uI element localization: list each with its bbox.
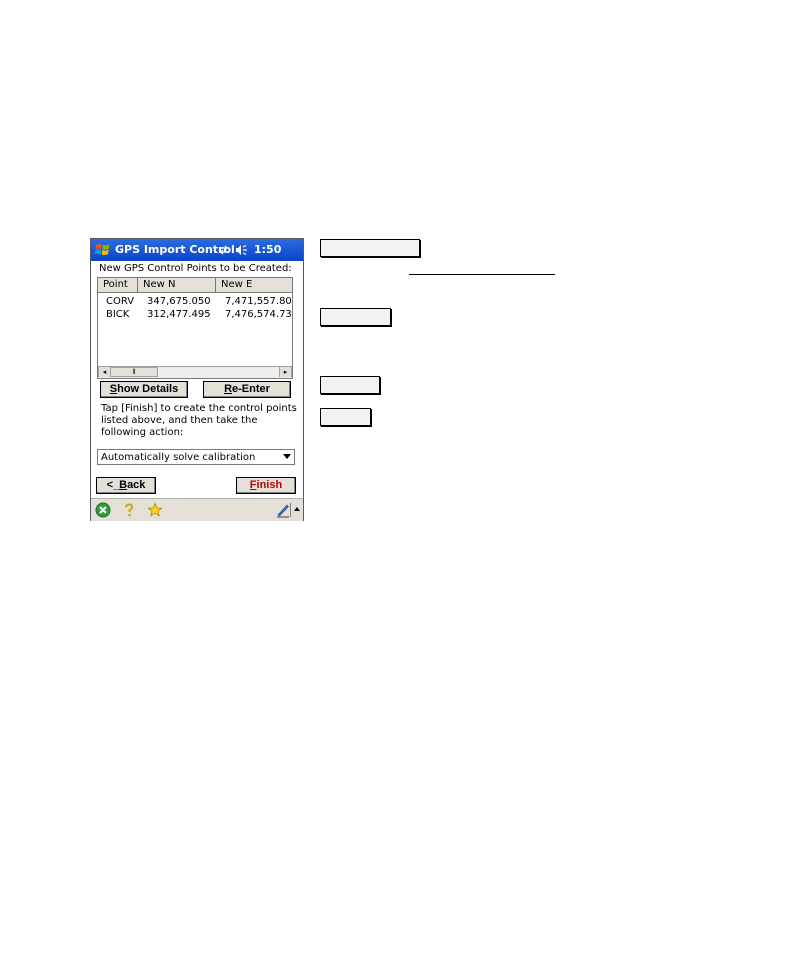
finish-label: inish xyxy=(256,479,283,491)
app-title: GPS Import Control xyxy=(115,243,235,256)
re-enter-hotkey: R xyxy=(224,383,233,395)
show-details-button[interactable]: Show Details xyxy=(100,381,188,398)
scroll-thumb[interactable]: ⦀ xyxy=(110,367,158,377)
cell-new-e: 7,476,574.73 xyxy=(225,309,292,320)
favorites-star-icon[interactable] xyxy=(147,502,163,518)
reference-box-3 xyxy=(320,376,380,394)
scroll-right-button[interactable]: ▸ xyxy=(279,367,292,377)
instructions-text: Tap [Finish] to create the control point… xyxy=(101,403,297,438)
re-enter-button[interactable]: Re-Enter xyxy=(203,381,291,398)
reference-box-4 xyxy=(320,408,371,426)
close-circle-icon[interactable] xyxy=(95,502,111,518)
points-heading: New GPS Control Points to be Created: xyxy=(99,263,292,274)
action-select-value: Automatically solve calibration xyxy=(101,452,256,463)
finish-button[interactable]: Finish xyxy=(236,477,296,494)
connectivity-icon[interactable] xyxy=(218,244,230,256)
cell-new-e: 7,471,557.80 xyxy=(225,296,292,307)
taskbar xyxy=(91,498,303,521)
reference-box-1 xyxy=(320,239,420,257)
help-icon[interactable] xyxy=(121,502,137,518)
back-button[interactable]: <_Back xyxy=(96,477,156,494)
pen-input-icon[interactable] xyxy=(275,502,291,518)
chevron-up-icon[interactable] xyxy=(294,507,300,511)
column-header-new-n[interactable]: New N xyxy=(138,278,216,292)
windows-flag-icon[interactable] xyxy=(94,241,111,258)
cell-point: BICK xyxy=(106,309,130,320)
sip-divider xyxy=(290,503,291,517)
finish-hotkey: F xyxy=(249,479,257,491)
column-header-point[interactable]: Point xyxy=(98,278,138,292)
action-select[interactable]: Automatically solve calibration xyxy=(97,449,295,465)
grid-header: Point New N New E xyxy=(98,278,292,293)
back-prefix: <_ xyxy=(106,479,120,491)
chevron-down-icon[interactable] xyxy=(283,454,291,459)
reference-underline xyxy=(409,274,555,275)
cell-point: CORV xyxy=(106,296,135,307)
horizontal-scrollbar[interactable]: ◂ ⦀ ▸ xyxy=(98,366,292,378)
title-bar: GPS Import Control 1:50 xyxy=(91,239,303,261)
device-screen: GPS Import Control 1:50 New GPS Control … xyxy=(90,238,304,521)
show-details-hotkey: S xyxy=(109,383,118,395)
reference-box-2 xyxy=(320,308,391,326)
column-header-new-e[interactable]: New E xyxy=(216,278,292,292)
cell-new-n: 347,675.050 xyxy=(147,296,211,307)
clock[interactable]: 1:50 xyxy=(254,243,281,256)
show-details-label: how Details xyxy=(117,383,179,395)
cell-new-n: 312,477.495 xyxy=(147,309,211,320)
volume-icon[interactable] xyxy=(235,244,248,256)
re-enter-label: e-Enter xyxy=(232,383,270,395)
back-hotkey: B xyxy=(119,479,128,491)
points-grid[interactable]: Point New N New E CORV 347,675.050 7,471… xyxy=(97,277,293,379)
back-label: ack xyxy=(127,479,146,491)
